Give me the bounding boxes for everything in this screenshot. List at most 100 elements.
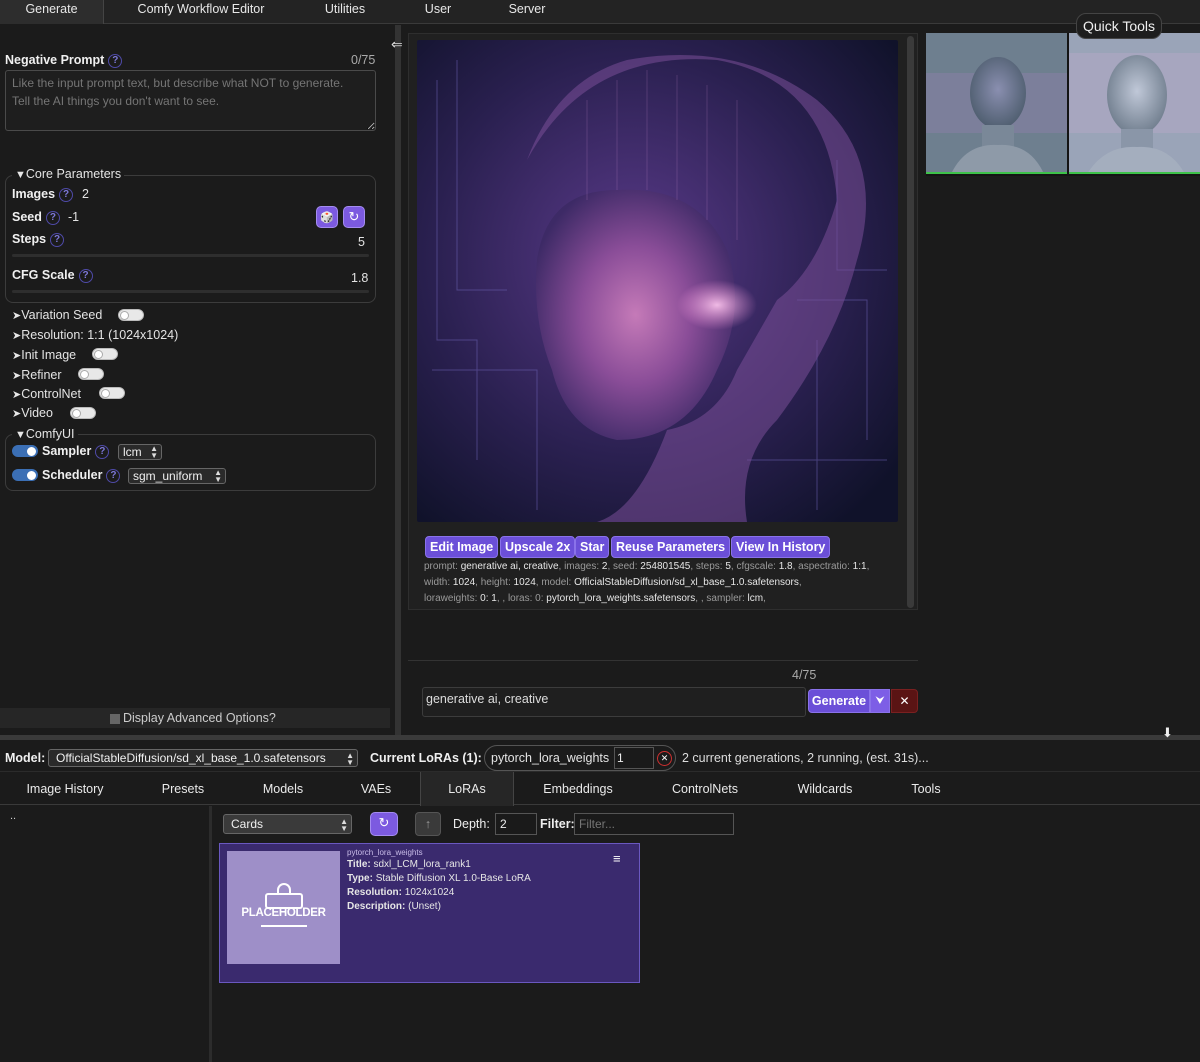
tab-loras[interactable]: LoRAs — [420, 772, 514, 806]
cfg-scale-value[interactable]: 1.8 — [351, 271, 368, 285]
up-folder-button[interactable]: ↑ — [415, 812, 441, 836]
section-controlnet[interactable]: ➤ControlNet — [12, 387, 81, 401]
refiner-toggle[interactable] — [78, 368, 104, 380]
tab-presets[interactable]: Presets — [150, 772, 216, 806]
filter-input[interactable] — [574, 813, 734, 835]
comfyui-header[interactable]: ▼ComfyUI — [12, 427, 78, 441]
tab-user[interactable]: User — [412, 0, 464, 24]
left-params-panel: Negative Prompt? 0/75 ▼Core Parameters I… — [0, 25, 390, 728]
help-icon[interactable]: ? — [50, 232, 65, 247]
help-icon[interactable]: ? — [78, 268, 93, 283]
random-seed-button[interactable]: 🎲 — [316, 206, 338, 228]
help-icon[interactable]: ? — [45, 210, 60, 225]
chevron-right-icon: ➤ — [12, 370, 22, 382]
scheduler-select[interactable]: sgm_uniform ▲ ▼ — [128, 468, 226, 484]
generate-button[interactable]: Generate — [808, 689, 870, 713]
lora-title: Title: sdxl_LCM_lora_rank1 — [347, 859, 471, 870]
lora-card[interactable]: PLACEHOLDER ≡ pytorch_lora_weights Title… — [219, 843, 640, 983]
variation-seed-toggle[interactable] — [118, 309, 144, 321]
cfg-scale-label: CFG Scale? — [12, 268, 93, 283]
collapse-left-icon[interactable]: ⇐ — [391, 36, 403, 53]
tab-models[interactable]: Models — [253, 772, 313, 806]
tab-server[interactable]: Server — [498, 0, 556, 24]
chevron-down-icon: ⮟ — [875, 695, 885, 707]
chevron-right-icon: ➤ — [12, 350, 22, 362]
sampler-toggle[interactable] — [12, 445, 38, 457]
reuse-seed-button[interactable]: ↻ — [343, 206, 365, 228]
remove-lora-button[interactable]: ✕ — [657, 751, 672, 766]
steps-value[interactable]: 5 — [358, 235, 365, 249]
depth-label: Depth: — [453, 817, 490, 831]
panel-splitter[interactable] — [395, 25, 401, 735]
tab-embeddings[interactable]: Embeddings — [530, 772, 626, 806]
lora-chip-name: pytorch_lora_weights — [491, 751, 610, 765]
lora-weight-input[interactable]: 1 — [614, 747, 654, 769]
tab-comfy-workflow-editor[interactable]: Comfy Workflow Editor — [120, 0, 282, 24]
video-toggle[interactable] — [70, 407, 96, 419]
images-value[interactable]: 2 — [82, 187, 89, 201]
seed-value[interactable]: -1 — [68, 210, 79, 224]
negative-prompt-counter: 0/75 — [351, 53, 376, 67]
tab-utilities[interactable]: Utilities — [312, 0, 378, 24]
tab-vaes[interactable]: VAEs — [350, 772, 402, 806]
lora-description: Description: (Unset) — [347, 901, 441, 912]
generated-image[interactable] — [417, 40, 898, 522]
reuse-parameters-button[interactable]: Reuse Parameters — [611, 536, 731, 558]
chevron-right-icon: ➤ — [12, 330, 22, 342]
cfg-scale-slider[interactable] — [12, 290, 369, 293]
card-menu-icon[interactable]: ≡ — [613, 851, 621, 866]
model-select[interactable]: OfficialStableDiffusion/sd_xl_base_1.0.s… — [48, 749, 358, 767]
generation-status: 2 current generations, 2 running, (est. … — [682, 751, 929, 765]
star-button[interactable]: Star — [575, 536, 610, 558]
steps-slider[interactable] — [12, 254, 369, 257]
sampler-label: Sampler? — [42, 444, 110, 459]
bottom-tab-bar: Image History Presets Models VAEs LoRAs … — [0, 771, 1200, 806]
section-resolution[interactable]: ➤Resolution: 1:1 (1024x1024) — [12, 328, 178, 342]
tab-image-history[interactable]: Image History — [16, 772, 114, 806]
model-status-bar: Model: OfficialStableDiffusion/sd_xl_bas… — [0, 740, 1200, 771]
section-variation-seed[interactable]: ➤Variation Seed — [12, 308, 102, 322]
cancel-generation-button[interactable]: ✕ — [891, 689, 918, 713]
chevron-right-icon: ➤ — [12, 310, 22, 322]
generate-options-button[interactable]: ⮟ — [870, 689, 890, 713]
help-icon[interactable]: ? — [108, 53, 123, 68]
help-icon[interactable]: ? — [59, 187, 74, 202]
tab-controlnets[interactable]: ControlNets — [660, 772, 750, 806]
negative-prompt-input[interactable] — [5, 70, 376, 131]
history-thumbnail[interactable] — [926, 33, 1067, 174]
view-in-history-button[interactable]: View In History — [731, 536, 831, 558]
core-parameters-header[interactable]: ▼Core Parameters — [12, 167, 125, 181]
section-init-image[interactable]: ➤Init Image — [12, 348, 76, 362]
section-video[interactable]: ➤Video — [12, 406, 53, 420]
tab-tools[interactable]: Tools — [900, 772, 952, 806]
sampler-select[interactable]: lcm ▲ ▼ — [118, 444, 162, 460]
tab-generate[interactable]: Generate — [0, 0, 104, 24]
quick-tools-button[interactable]: Quick Tools — [1076, 13, 1162, 39]
image-metadata-line-2: width: 1024, height: 1024, model: Offici… — [424, 577, 802, 588]
init-image-toggle[interactable] — [92, 348, 118, 360]
controlnet-toggle[interactable] — [99, 387, 125, 399]
prompt-input[interactable]: generative ai, creative — [422, 687, 806, 717]
tab-wildcards[interactable]: Wildcards — [785, 772, 865, 806]
section-refiner[interactable]: ➤Refiner — [12, 368, 62, 382]
filter-label: Filter: — [540, 817, 575, 831]
tree-item-parent[interactable]: .. — [10, 810, 16, 822]
upscale-2x-button[interactable]: Upscale 2x — [500, 536, 576, 558]
history-thumbnail[interactable] — [1069, 33, 1200, 174]
edit-image-button[interactable]: Edit Image — [425, 536, 499, 558]
depth-input[interactable]: 2 — [495, 813, 537, 835]
view-mode-select[interactable]: Cards ▲ ▼ — [223, 814, 352, 834]
help-icon[interactable]: ? — [106, 468, 121, 483]
images-label: Images? — [12, 187, 74, 202]
display-advanced-checkbox-row[interactable]: Display Advanced Options? — [110, 711, 276, 725]
checkbox[interactable] — [110, 713, 120, 724]
prompt-counter: 4/75 — [792, 668, 817, 682]
lora-resolution: Resolution: 1024x1024 — [347, 887, 455, 898]
panel-scrollbar[interactable] — [907, 36, 914, 608]
close-icon: ✕ — [899, 694, 910, 708]
refresh-button[interactable]: ↻ — [370, 812, 398, 836]
download-icon[interactable]: ⬇ — [1162, 725, 1173, 741]
model-label: Model: — [5, 751, 46, 765]
help-icon[interactable]: ? — [95, 444, 110, 459]
scheduler-toggle[interactable] — [12, 469, 38, 481]
